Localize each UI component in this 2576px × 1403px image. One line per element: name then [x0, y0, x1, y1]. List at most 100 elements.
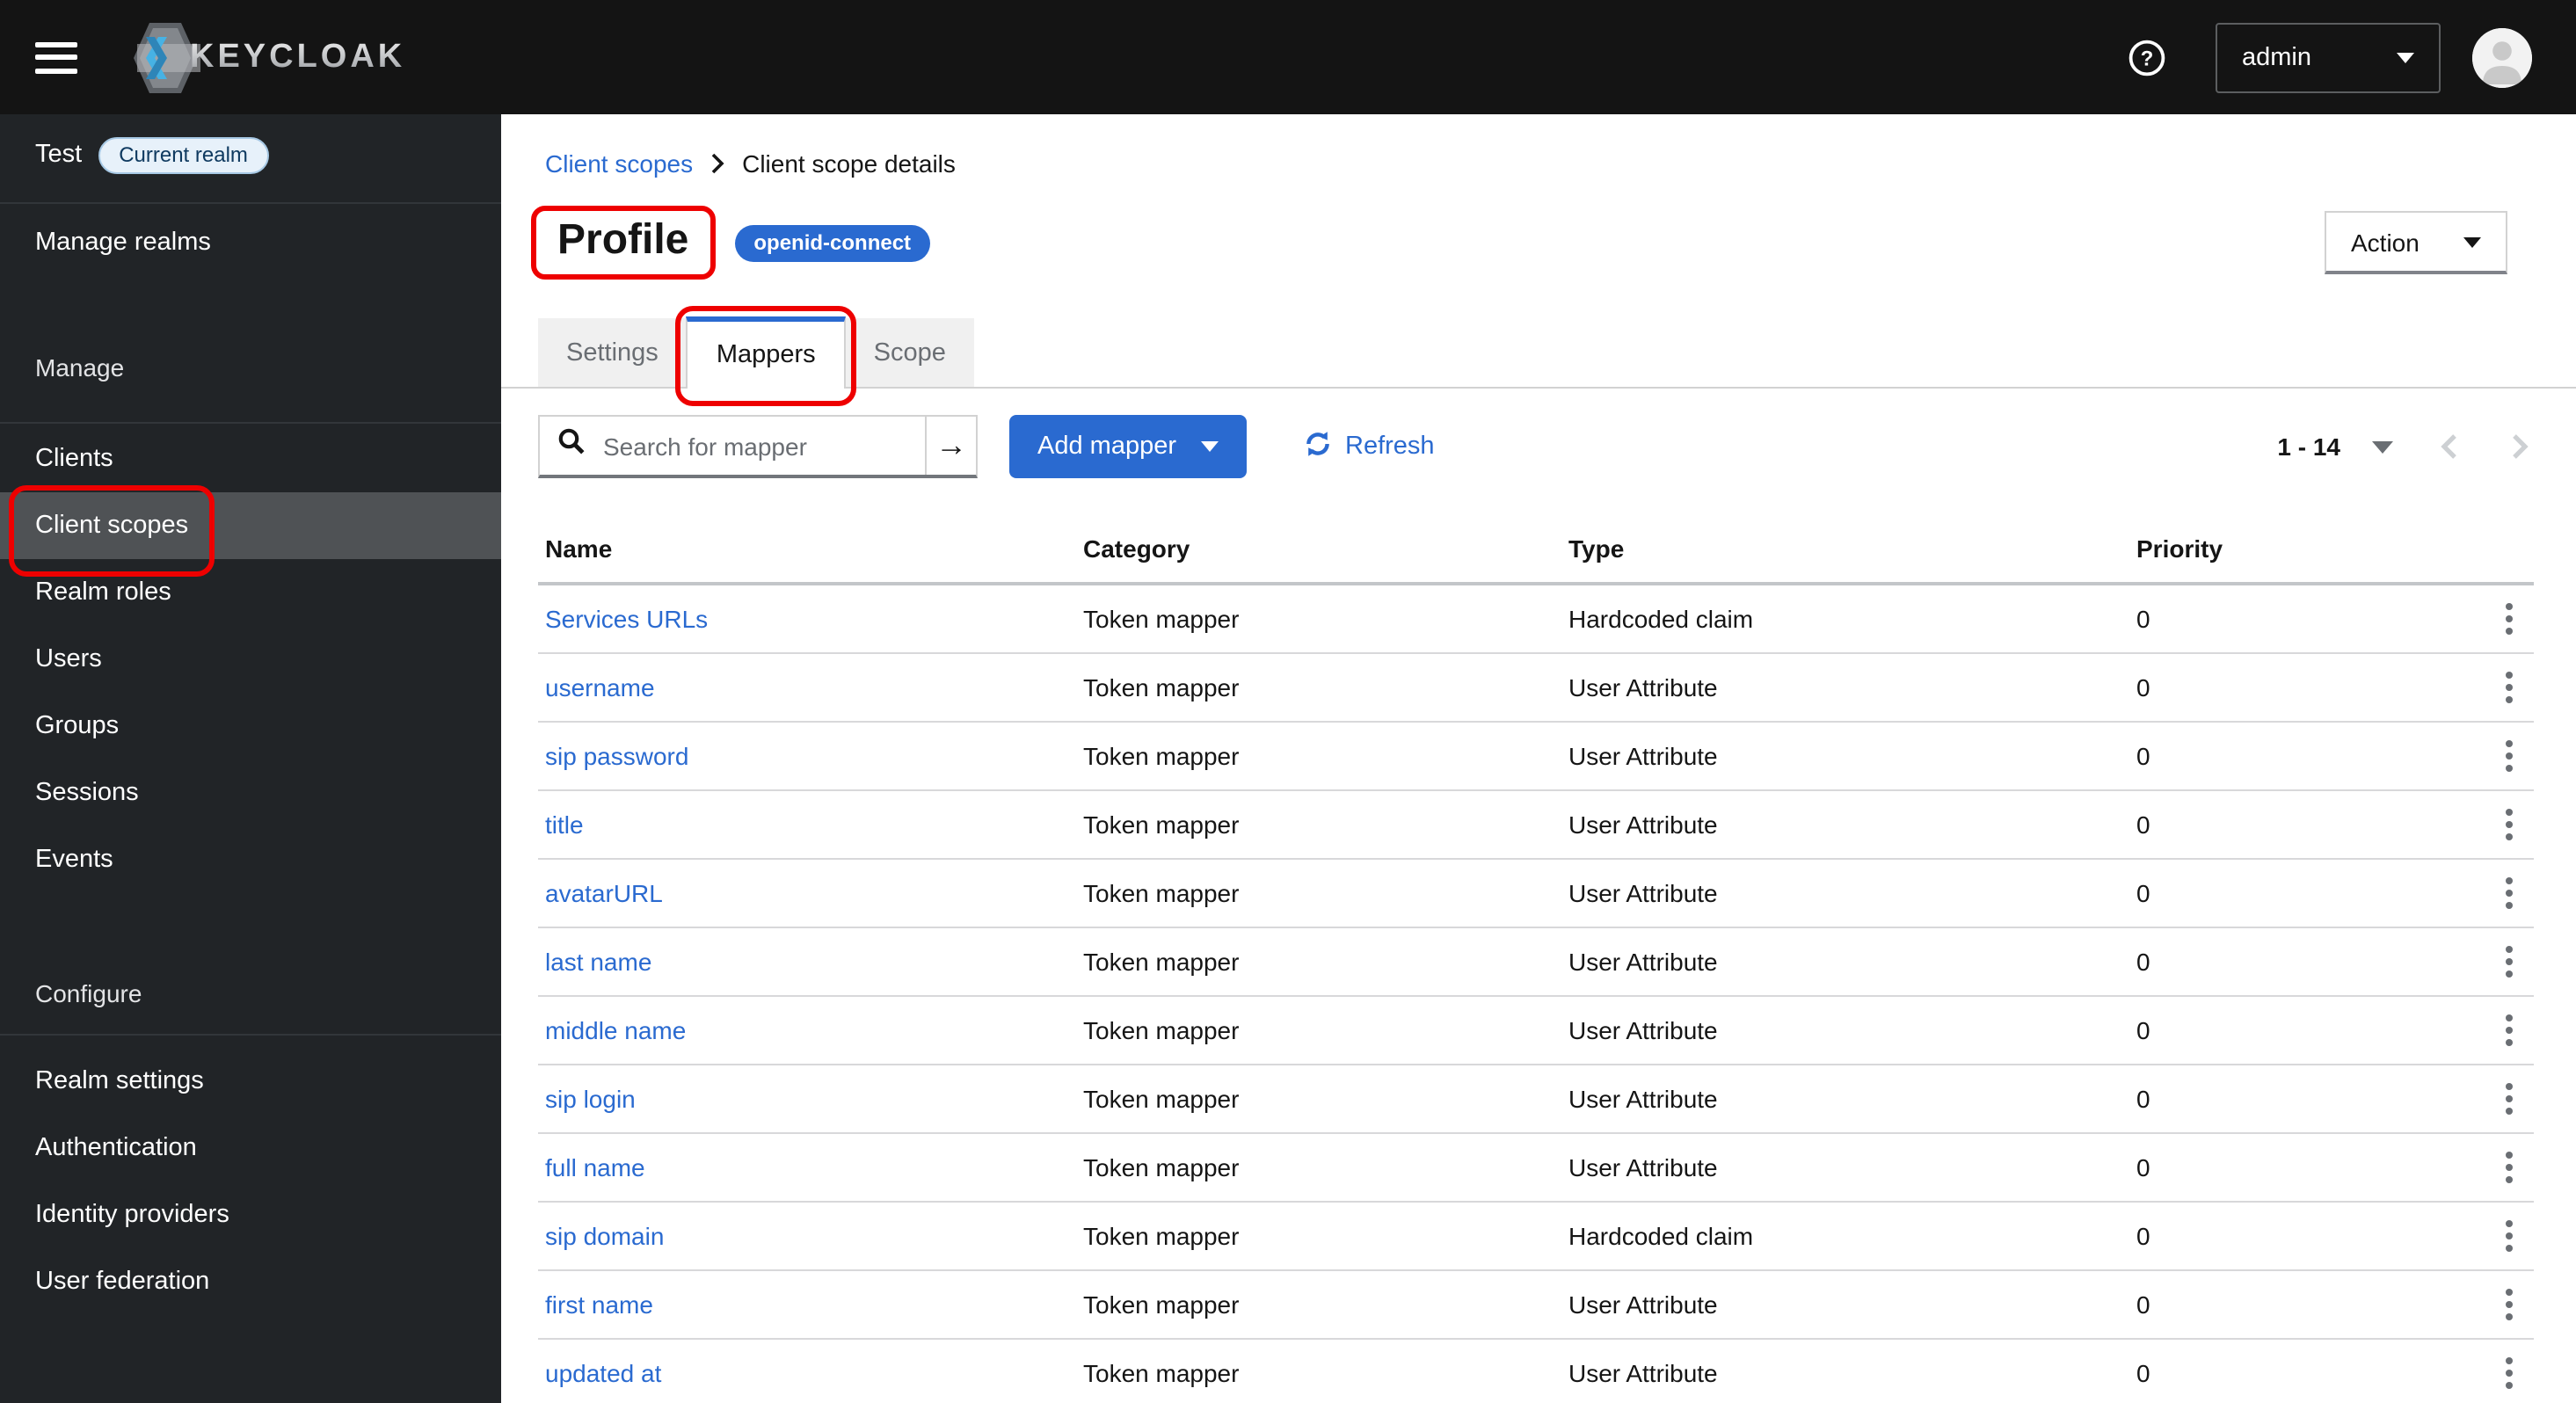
kebab-icon[interactable] — [2485, 798, 2534, 851]
mapper-category: Token mapper — [1083, 1153, 1240, 1181]
sidebar-item-sessions[interactable]: Sessions — [0, 760, 501, 826]
hamburger-icon[interactable] — [35, 41, 77, 73]
mapper-priority: 0 — [2136, 1016, 2150, 1044]
kebab-icon[interactable] — [2485, 730, 2534, 782]
mapper-category: Token mapper — [1083, 673, 1240, 702]
refresh-label: Refresh — [1345, 433, 1435, 461]
avatar-icon[interactable] — [2472, 27, 2532, 87]
kebab-icon[interactable] — [2485, 1278, 2534, 1331]
search-input[interactable] — [600, 430, 925, 462]
question-circle-icon[interactable]: ? — [2128, 38, 2166, 76]
mapper-link[interactable]: updated at — [538, 1359, 1076, 1387]
kebab-icon[interactable] — [2485, 1141, 2534, 1194]
brand-wordmark: KEYCLOAK — [190, 38, 406, 75]
kebab-icon[interactable] — [2485, 1347, 2534, 1399]
sidebar-section-manage: Manage — [35, 353, 125, 382]
kebab-icon[interactable] — [2485, 935, 2534, 988]
table-row: sip password Token mapper User Attribute… — [538, 723, 2534, 791]
mapper-link[interactable]: avatarURL — [538, 879, 1076, 907]
mapper-priority: 0 — [2136, 948, 2150, 976]
action-dropdown-button[interactable]: Action — [2325, 211, 2507, 274]
sidebar-item-client-scopes[interactable]: Client scopes — [0, 492, 501, 559]
mapper-link[interactable]: username — [538, 673, 1076, 702]
mapper-category: Token mapper — [1083, 811, 1240, 839]
mapper-type: User Attribute — [1568, 673, 1718, 702]
mapper-category: Token mapper — [1083, 605, 1240, 633]
kebab-icon[interactable] — [2485, 867, 2534, 920]
breadcrumb-current: Client scope details — [742, 149, 956, 178]
kebab-icon[interactable] — [2485, 592, 2534, 645]
mapper-category: Token mapper — [1083, 1359, 1240, 1387]
tab-mappers[interactable]: Mappers — [675, 306, 856, 406]
breadcrumb-link-client-scopes[interactable]: Client scopes — [545, 149, 693, 178]
table-row: middle name Token mapper User Attribute … — [538, 997, 2534, 1065]
sidebar-item-authentication[interactable]: Authentication — [0, 1115, 501, 1181]
refresh-button[interactable]: Refresh — [1303, 428, 1435, 465]
protocol-badge: openid-connect — [734, 224, 931, 261]
mapper-priority: 0 — [2136, 605, 2150, 633]
sidebar-item-identity-providers[interactable]: Identity providers — [0, 1181, 501, 1248]
sidebar-item-label: Events — [35, 846, 113, 874]
table-row: avatarURL Token mapper User Attribute 0 — [538, 860, 2534, 928]
mapper-priority: 0 — [2136, 1290, 2150, 1319]
mapper-link[interactable]: full name — [538, 1153, 1076, 1181]
table-row: username Token mapper User Attribute 0 — [538, 654, 2534, 723]
chevron-right-icon[interactable] — [2511, 433, 2530, 461]
tab-scope[interactable]: Scope — [845, 318, 974, 389]
mapper-type: User Attribute — [1568, 811, 1718, 839]
table-row: first name Token mapper User Attribute 0 — [538, 1271, 2534, 1340]
sidebar-item-label: Clients — [35, 445, 113, 473]
sidebar-item-label: Identity providers — [35, 1201, 229, 1229]
sidebar-item-users[interactable]: Users — [0, 626, 501, 693]
sidebar-divider — [0, 1034, 501, 1036]
search-submit-button[interactable]: → — [925, 417, 976, 475]
sidebar-item-groups[interactable]: Groups — [0, 693, 501, 760]
column-header-type: Type — [1568, 534, 1625, 563]
mapper-type: User Attribute — [1568, 742, 1718, 770]
sidebar-item-manage-realms[interactable]: Manage realms — [0, 209, 501, 276]
table-header-row: Name Category Type Priority — [538, 515, 2534, 585]
chevron-down-icon — [1201, 441, 1219, 452]
sidebar-item-label: Realm roles — [35, 578, 171, 607]
mapper-link[interactable]: Services URLs — [538, 605, 1076, 633]
main-content: Client scopes Client scope details Profi… — [501, 114, 2576, 1403]
mapper-link[interactable]: last name — [538, 948, 1076, 976]
mapper-priority: 0 — [2136, 1222, 2150, 1250]
user-menu-button[interactable]: admin — [2216, 22, 2441, 92]
mapper-link[interactable]: sip domain — [538, 1222, 1076, 1250]
chevron-down-icon[interactable] — [2372, 440, 2393, 453]
mapper-type: Hardcoded claim — [1568, 605, 1754, 633]
sidebar-item-user-federation[interactable]: User federation — [0, 1248, 501, 1315]
mapper-category: Token mapper — [1083, 948, 1240, 976]
mapper-link[interactable]: first name — [538, 1290, 1076, 1319]
mapper-link[interactable]: middle name — [538, 1016, 1076, 1044]
sidebar-item-label: Client scopes — [35, 512, 189, 540]
mapper-link[interactable]: title — [538, 811, 1076, 839]
sidebar-item-label: User federation — [35, 1268, 210, 1296]
keycloak-brand[interactable]: KEYCLOAK — [130, 18, 405, 96]
kebab-icon[interactable] — [2485, 1072, 2534, 1125]
kebab-icon[interactable] — [2485, 661, 2534, 714]
tab-settings[interactable]: Settings — [538, 318, 687, 389]
mapper-priority: 0 — [2136, 742, 2150, 770]
kebab-icon[interactable] — [2485, 1004, 2534, 1057]
sidebar-item-events[interactable]: Events — [0, 826, 501, 893]
table-row: full name Token mapper User Attribute 0 — [538, 1134, 2534, 1203]
breadcrumb: Client scopes Client scope details — [545, 149, 956, 178]
sidebar-item-realm-roles[interactable]: Realm roles — [0, 559, 501, 626]
chevron-left-icon[interactable] — [2439, 433, 2458, 461]
add-mapper-button[interactable]: Add mapper — [1009, 415, 1247, 478]
kebab-icon[interactable] — [2485, 1210, 2534, 1262]
arrow-right-icon: → — [935, 427, 967, 462]
table-row: sip domain Token mapper Hardcoded claim … — [538, 1203, 2534, 1271]
sidebar-item-label: Realm settings — [35, 1067, 204, 1095]
sidebar-item-clients[interactable]: Clients — [0, 425, 501, 492]
realm-switcher[interactable]: Test Current realm — [35, 128, 269, 181]
mapper-type: Hardcoded claim — [1568, 1222, 1754, 1250]
mapper-link[interactable]: sip password — [538, 742, 1076, 770]
mapper-priority: 0 — [2136, 879, 2150, 907]
table-row: Services URLs Token mapper Hardcoded cla… — [538, 585, 2534, 654]
mapper-type: User Attribute — [1568, 879, 1718, 907]
sidebar-item-realm-settings[interactable]: Realm settings — [0, 1048, 501, 1115]
mapper-link[interactable]: sip login — [538, 1085, 1076, 1113]
